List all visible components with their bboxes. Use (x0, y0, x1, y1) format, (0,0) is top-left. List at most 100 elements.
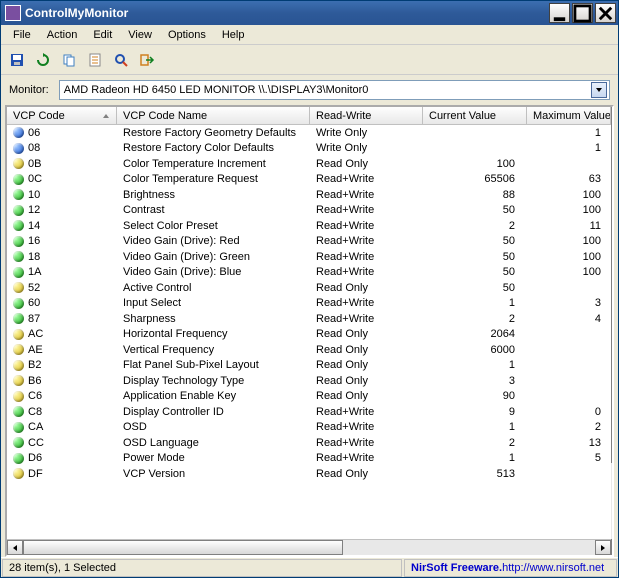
chevron-down-icon[interactable] (591, 82, 607, 98)
menu-help[interactable]: Help (214, 27, 253, 43)
cell-name: Video Gain (Drive): Red (117, 235, 310, 247)
status-dot-icon (13, 298, 24, 309)
monitor-combo[interactable]: AMD Radeon HD 6450 LED MONITOR \\.\DISPL… (59, 80, 610, 100)
cell-rw: Read Only (310, 359, 423, 371)
menu-edit[interactable]: Edit (85, 27, 120, 43)
cell-current: 6000 (423, 344, 527, 356)
cell-current: 50 (423, 251, 527, 263)
exit-icon[interactable] (137, 50, 157, 70)
status-dot-icon (13, 313, 24, 324)
brand-link[interactable]: http://www.nirsoft.net (502, 562, 604, 574)
cell-name: OSD (117, 421, 310, 433)
menu-view[interactable]: View (120, 27, 160, 43)
cell-rw: Read+Write (310, 421, 423, 433)
menu-options[interactable]: Options (160, 27, 214, 43)
properties-icon[interactable] (85, 50, 105, 70)
col-read-write[interactable]: Read-Write (310, 107, 423, 124)
table-row[interactable]: 12ContrastRead+Write50100 (7, 203, 611, 219)
cell-name: Video Gain (Drive): Green (117, 251, 310, 263)
save-icon[interactable] (7, 50, 27, 70)
table-row[interactable]: CAOSDRead+Write12 (7, 420, 611, 436)
list-body[interactable]: 06Restore Factory Geometry DefaultsWrite… (7, 125, 611, 539)
cell-rw: Read+Write (310, 189, 423, 201)
cell-rw: Write Only (310, 127, 423, 139)
table-row[interactable]: 87SharpnessRead+Write24 (7, 311, 611, 327)
cell-name: Brightness (117, 189, 310, 201)
menu-file[interactable]: File (5, 27, 39, 43)
scroll-right-icon[interactable] (595, 540, 611, 555)
cell-name: Horizontal Frequency (117, 328, 310, 340)
cell-current: 88 (423, 189, 527, 201)
scroll-up-icon[interactable] (611, 107, 614, 123)
table-row[interactable]: 18Video Gain (Drive): GreenRead+Write501… (7, 249, 611, 265)
table-row[interactable]: 0CColor Temperature RequestRead+Write655… (7, 172, 611, 188)
vertical-scrollbar[interactable] (611, 107, 614, 555)
table-row[interactable]: 0BColor Temperature IncrementRead Only10… (7, 156, 611, 172)
list-view[interactable]: VCP Code VCP Code Name Read-Write Curren… (5, 105, 614, 557)
scroll-track[interactable] (343, 540, 595, 555)
status-dot-icon (13, 127, 24, 138)
cell-rw: Read+Write (310, 220, 423, 232)
table-row[interactable]: B6Display Technology TypeRead Only3 (7, 373, 611, 389)
cell-name: Color Temperature Request (117, 173, 310, 185)
scroll-thumb[interactable] (23, 540, 343, 555)
table-row[interactable]: CCOSD LanguageRead+Write213 (7, 435, 611, 451)
cell-max: 1 (527, 127, 611, 139)
minimize-button[interactable] (549, 3, 570, 23)
cell-rw: Read Only (310, 468, 423, 480)
col-current-value[interactable]: Current Value (423, 107, 527, 124)
status-dot-icon (13, 437, 24, 448)
table-row[interactable]: D6Power ModeRead+Write15 (7, 451, 611, 467)
column-headers: VCP Code VCP Code Name Read-Write Curren… (7, 107, 611, 125)
main-area: VCP Code VCP Code Name Read-Write Curren… (1, 105, 618, 557)
status-dot-icon (13, 174, 24, 185)
find-icon[interactable] (111, 50, 131, 70)
close-button[interactable] (595, 3, 616, 23)
cell-max: 100 (527, 204, 611, 216)
cell-rw: Read+Write (310, 406, 423, 418)
col-vcp-name[interactable]: VCP Code Name (117, 107, 310, 124)
table-row[interactable]: ACHorizontal FrequencyRead Only2064 (7, 327, 611, 343)
status-dot-icon (13, 220, 24, 231)
table-row[interactable]: B2Flat Panel Sub-Pixel LayoutRead Only1 (7, 358, 611, 374)
cell-current: 2 (423, 313, 527, 325)
table-row[interactable]: 1AVideo Gain (Drive): BlueRead+Write5010… (7, 265, 611, 281)
table-row[interactable]: AEVertical FrequencyRead Only6000 (7, 342, 611, 358)
table-row[interactable]: 10BrightnessRead+Write88100 (7, 187, 611, 203)
status-bar: 28 item(s), 1 Selected NirSoft Freeware.… (1, 557, 618, 577)
table-row[interactable]: C8Display Controller IDRead+Write90 (7, 404, 611, 420)
cell-rw: Read+Write (310, 437, 423, 449)
refresh-icon[interactable] (33, 50, 53, 70)
table-row[interactable]: 16Video Gain (Drive): RedRead+Write50100 (7, 234, 611, 250)
table-row[interactable]: 52Active ControlRead Only50 (7, 280, 611, 296)
cell-rw: Read+Write (310, 173, 423, 185)
status-dot-icon (13, 236, 24, 247)
col-vcp-code[interactable]: VCP Code (7, 107, 117, 124)
copy-icon[interactable] (59, 50, 79, 70)
scroll-thumb-v[interactable] (611, 123, 614, 463)
table-row[interactable]: C6Application Enable KeyRead Only90 (7, 389, 611, 405)
scroll-track-v[interactable] (611, 463, 614, 539)
status-dot-icon (13, 360, 24, 371)
table-row[interactable]: 60Input SelectRead+Write13 (7, 296, 611, 312)
scroll-down-icon[interactable] (611, 539, 614, 555)
cell-rw: Read Only (310, 390, 423, 402)
maximize-button[interactable] (572, 3, 593, 23)
status-dot-icon (13, 422, 24, 433)
table-row[interactable]: 14Select Color PresetRead+Write211 (7, 218, 611, 234)
cell-rw: Read+Write (310, 313, 423, 325)
menu-bar: File Action Edit View Options Help (1, 25, 618, 45)
horizontal-scrollbar[interactable] (7, 539, 611, 555)
table-row[interactable]: 08Restore Factory Color DefaultsWrite On… (7, 141, 611, 157)
col-max-value[interactable]: Maximum Value (527, 107, 611, 124)
table-row[interactable]: 06Restore Factory Geometry DefaultsWrite… (7, 125, 611, 141)
cell-current: 1 (423, 421, 527, 433)
menu-action[interactable]: Action (39, 27, 86, 43)
cell-name: Video Gain (Drive): Blue (117, 266, 310, 278)
scroll-left-icon[interactable] (7, 540, 23, 555)
cell-current: 2 (423, 437, 527, 449)
table-row[interactable]: DFVCP VersionRead Only513 (7, 466, 611, 482)
window-title: ControlMyMonitor (25, 6, 547, 20)
cell-current: 50 (423, 282, 527, 294)
cell-name: VCP Version (117, 468, 310, 480)
